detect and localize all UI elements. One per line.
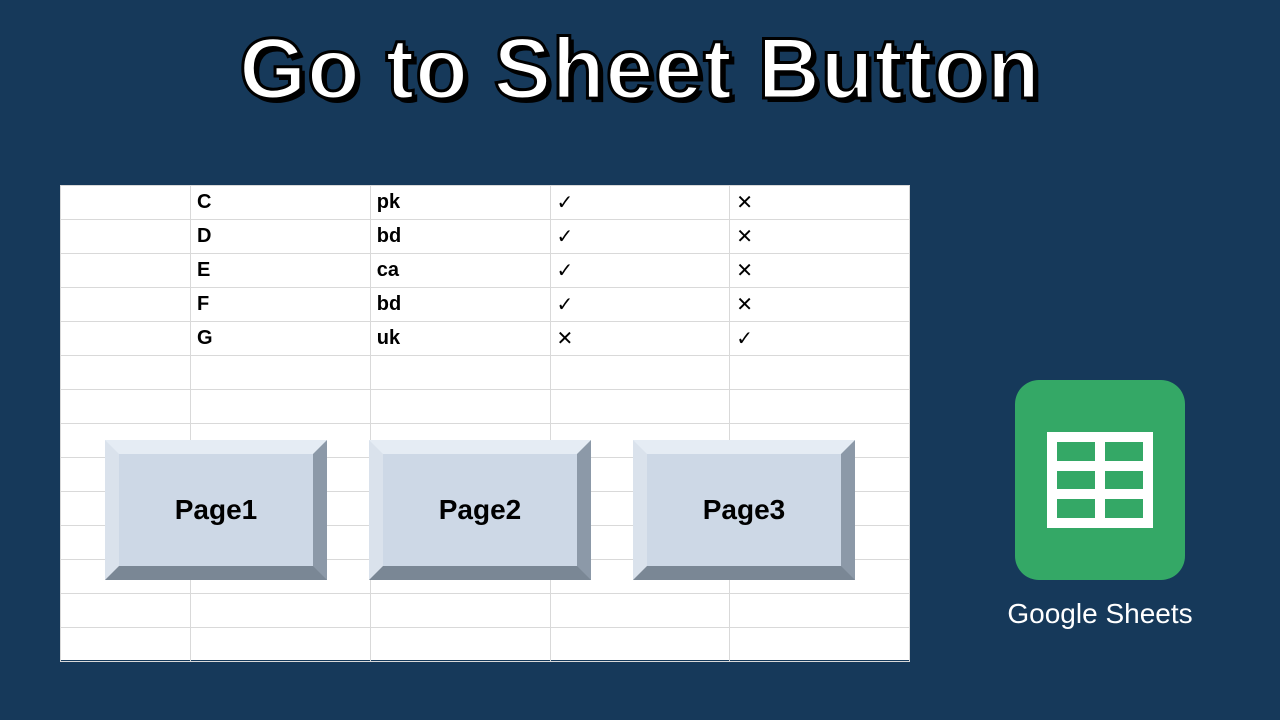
google-sheets-icon — [1015, 380, 1185, 580]
cell[interactable]: ✕ — [730, 254, 910, 288]
cell[interactable]: ✓ — [550, 220, 730, 254]
cell[interactable]: ✕ — [730, 186, 910, 220]
sidebar: Google Sheets — [990, 380, 1210, 630]
spreadsheet-grid: C pk ✓ ✕ D bd ✓ ✕ E ca ✓ ✕ F bd ✓ ✕ — [60, 185, 910, 662]
cell[interactable]: F — [191, 288, 371, 322]
table-row: C pk ✓ ✕ — [61, 186, 910, 220]
nav-button-row: Page1 Page2 Page3 — [105, 440, 855, 580]
cell[interactable]: bd — [370, 288, 550, 322]
cell[interactable]: ✓ — [550, 254, 730, 288]
cell[interactable]: C — [191, 186, 371, 220]
sheets-grid-icon — [1047, 432, 1153, 528]
cell[interactable]: bd — [370, 220, 550, 254]
cell[interactable]: ✕ — [730, 288, 910, 322]
cell[interactable]: ✕ — [730, 220, 910, 254]
page2-button[interactable]: Page2 — [369, 440, 591, 580]
table-row — [61, 594, 910, 628]
table-row: D bd ✓ ✕ — [61, 220, 910, 254]
table-row — [61, 628, 910, 662]
page-title: Go to Sheet Button — [0, 20, 1280, 119]
cell[interactable]: ca — [370, 254, 550, 288]
cell[interactable]: G — [191, 322, 371, 356]
table-row — [61, 390, 910, 424]
google-sheets-label: Google Sheets — [1007, 598, 1192, 630]
cell[interactable]: uk — [370, 322, 550, 356]
page3-button[interactable]: Page3 — [633, 440, 855, 580]
table-row: G uk ✕ ✓ — [61, 322, 910, 356]
cell[interactable]: ✓ — [550, 186, 730, 220]
table-row — [61, 356, 910, 390]
cell[interactable]: ✓ — [730, 322, 910, 356]
cell[interactable]: ✕ — [550, 322, 730, 356]
table-row: F bd ✓ ✕ — [61, 288, 910, 322]
cell[interactable]: E — [191, 254, 371, 288]
spreadsheet-panel: C pk ✓ ✕ D bd ✓ ✕ E ca ✓ ✕ F bd ✓ ✕ — [60, 185, 910, 660]
cell[interactable]: pk — [370, 186, 550, 220]
table-row: E ca ✓ ✕ — [61, 254, 910, 288]
cell[interactable]: D — [191, 220, 371, 254]
page1-button[interactable]: Page1 — [105, 440, 327, 580]
cell[interactable]: ✓ — [550, 288, 730, 322]
